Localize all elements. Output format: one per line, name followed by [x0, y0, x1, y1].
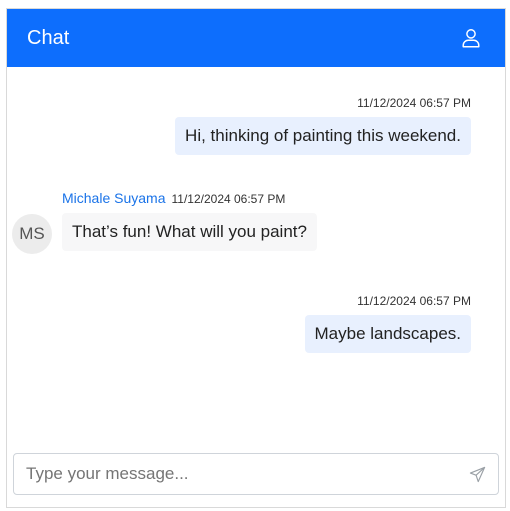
message-bubble: Maybe landscapes. — [304, 315, 471, 353]
chat-window: Chat 11/12/2024 06:57 PM Hi, thinking of… — [6, 8, 506, 508]
incoming-message: MS Michale Suyama 11/12/2024 06:57 PM Th… — [12, 190, 317, 254]
message-timestamp: 11/12/2024 06:57 PM — [171, 192, 286, 206]
outgoing-message: 11/12/2024 06:57 PM Maybe landscapes. — [304, 294, 471, 353]
message-composer — [13, 453, 499, 495]
avatar: MS — [12, 214, 52, 254]
message-meta: Michale Suyama 11/12/2024 06:57 PM — [62, 190, 285, 206]
user-icon[interactable] — [459, 26, 483, 50]
chat-header: Chat — [7, 9, 505, 67]
send-icon[interactable] — [468, 465, 486, 483]
message-input[interactable] — [26, 464, 468, 484]
message-timestamp: 11/12/2024 06:57 PM — [357, 294, 471, 308]
message-list: 11/12/2024 06:57 PM Hi, thinking of pain… — [7, 67, 505, 447]
message-bubble: Hi, thinking of painting this weekend. — [175, 117, 471, 155]
outgoing-message: 11/12/2024 06:57 PM Hi, thinking of pain… — [175, 96, 471, 155]
chat-title: Chat — [27, 26, 70, 49]
message-timestamp: 11/12/2024 06:57 PM — [357, 96, 471, 110]
sender-name: Michale Suyama — [62, 190, 166, 206]
message-bubble: That’s fun! What will you paint? — [62, 213, 317, 251]
